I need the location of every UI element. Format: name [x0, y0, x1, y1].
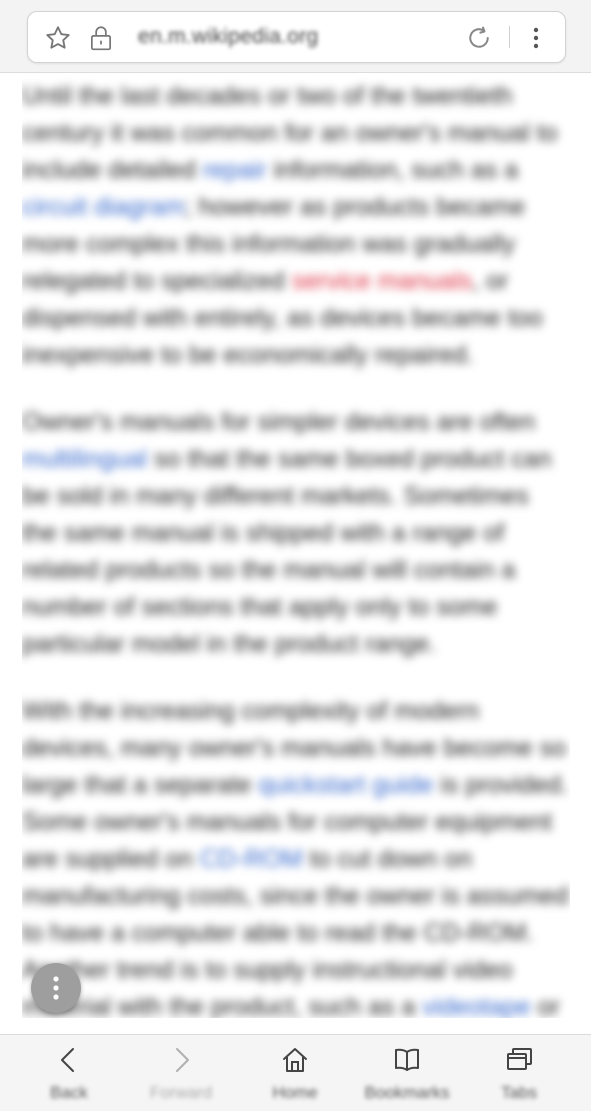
tabs-label: Tabs	[501, 1083, 537, 1102]
tabs-icon	[507, 1048, 532, 1070]
article-paragraph: Until the last decades or two of the twe…	[22, 78, 570, 374]
bookmarks-label: Bookmarks	[364, 1083, 450, 1102]
more-vertical-icon[interactable]	[526, 24, 546, 52]
url-text[interactable]: en.m.wikipedia.org	[138, 25, 319, 49]
article-link[interactable]: quickstart guide	[258, 771, 433, 799]
bookmarks-button[interactable]: Bookmarks	[352, 1035, 462, 1111]
article-link[interactable]: multilingual	[22, 445, 147, 473]
article-text: Owner's manuals for simpler devices are …	[22, 408, 536, 436]
forward-label: Forward	[149, 1083, 213, 1102]
forward-button[interactable]: Forward	[126, 1035, 236, 1111]
article-text: so that the same boxed product can be so…	[22, 445, 552, 658]
home-label: Home	[272, 1083, 318, 1102]
home-icon	[283, 1048, 307, 1072]
article-text: information, such as a	[266, 156, 519, 184]
article-link[interactable]: repair	[203, 156, 267, 184]
article-paragraph: Owner's manuals for simpler devices are …	[22, 404, 570, 663]
back-arrow-icon	[61, 1048, 74, 1072]
bottom-navigation-bar: Back Forward Home Bookmarks Tabs	[0, 1034, 591, 1111]
reload-icon[interactable]	[464, 23, 494, 53]
lock-icon[interactable]	[88, 24, 114, 52]
address-bar[interactable]: en.m.wikipedia.org	[27, 11, 566, 63]
tabs-button[interactable]: Tabs	[464, 1035, 574, 1111]
bookmarks-icon	[395, 1048, 419, 1071]
article-link[interactable]: CD-ROM	[200, 845, 303, 873]
article-redlink[interactable]: service manuals	[292, 267, 473, 295]
browser-toolbar: en.m.wikipedia.org	[0, 0, 591, 73]
forward-arrow-icon	[176, 1048, 189, 1072]
floating-menu-button[interactable]	[31, 963, 81, 1013]
home-button[interactable]: Home	[240, 1035, 350, 1111]
star-icon[interactable]	[44, 24, 72, 52]
back-button[interactable]: Back	[14, 1035, 124, 1111]
article-content: Until the last decades or two of the twe…	[22, 78, 570, 1018]
article-link[interactable]: videotape	[422, 993, 530, 1018]
back-label: Back	[50, 1083, 88, 1102]
article-link[interactable]: circuit diagram	[22, 193, 185, 221]
more-vertical-icon	[53, 976, 59, 1000]
article-text: or	[530, 993, 560, 1018]
address-bar-divider	[509, 26, 510, 48]
article-paragraph: With the increasing complexity of modern…	[22, 693, 570, 1018]
